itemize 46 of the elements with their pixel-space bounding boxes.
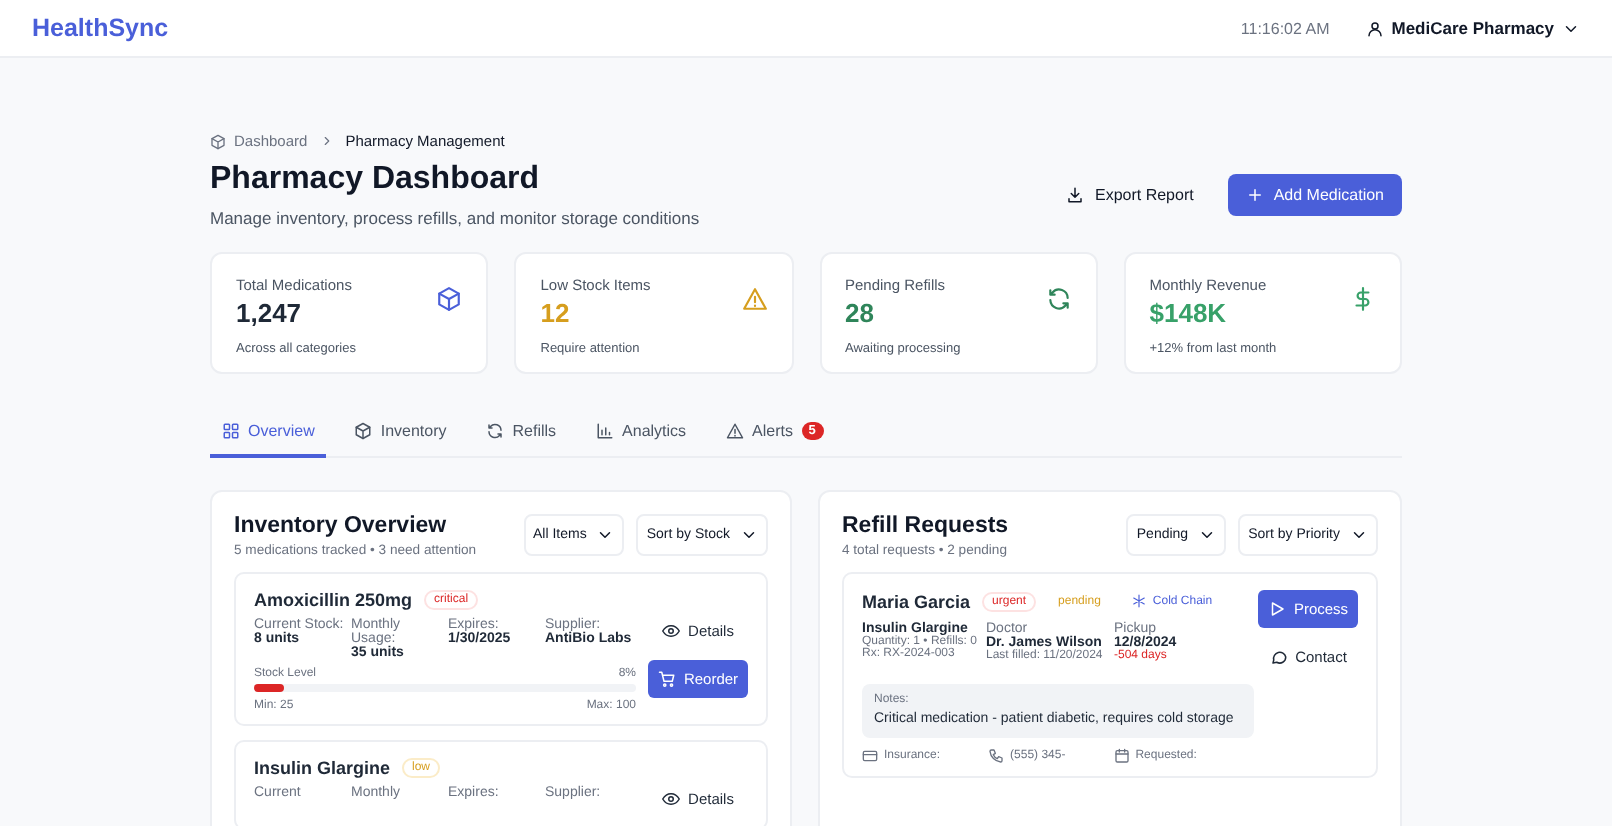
chevron-down-icon — [1198, 526, 1217, 544]
play-icon — [1267, 600, 1286, 618]
refresh-icon — [1045, 286, 1072, 312]
refresh-icon — [486, 422, 505, 440]
chevron-down-icon — [1350, 526, 1368, 544]
eye-icon — [662, 790, 681, 808]
chat-bubble-icon — [1269, 648, 1288, 666]
chevron-down-icon — [740, 526, 758, 544]
tab[interactable]: Inventory — [342, 414, 459, 458]
stat-value: 28 — [845, 298, 876, 328]
tab[interactable]: Analytics — [584, 414, 699, 458]
stat-value: 12 — [540, 298, 572, 328]
user-menu[interactable]: MediCare Pharmacy — [1365, 18, 1580, 38]
calendar-icon — [1113, 748, 1130, 765]
stat-value: 1,247 — [236, 298, 304, 328]
page-subtitle: Manage inventory, process refills, and monitor storage conditions — [210, 208, 702, 228]
eye-icon — [662, 622, 681, 640]
tab[interactable]: Refills — [474, 414, 569, 458]
chevron-down-icon — [596, 526, 615, 544]
grid-icon — [222, 422, 240, 440]
add-medication-button[interactable]: Add Medication — [1227, 174, 1402, 216]
app-logo[interactable]: HealthSync — [32, 14, 169, 42]
panel-title: Refill Requests — [842, 514, 1011, 538]
patient-name: Maria Garcia — [862, 591, 971, 611]
medication-name: Insulin Glargine — [254, 758, 391, 778]
chevron-right-icon — [319, 134, 334, 148]
cart-icon — [657, 670, 676, 688]
medication-name: Amoxicillin 250mg — [254, 590, 413, 610]
export-button[interactable]: Export Report — [1048, 174, 1212, 216]
stat-value: $148K — [1149, 298, 1229, 328]
clock-time: 11:16:02 AM — [1240, 19, 1330, 37]
tab[interactable]: Overview — [210, 414, 327, 458]
warning-icon — [741, 286, 767, 312]
phone-icon — [988, 748, 1005, 765]
plus-icon — [1245, 186, 1264, 204]
page-title: Pharmacy Dashboard — [210, 162, 542, 198]
cube-icon — [354, 422, 373, 440]
cube-icon — [210, 133, 226, 149]
download-icon — [1066, 186, 1085, 204]
card-icon — [862, 748, 878, 765]
warning-icon — [726, 422, 745, 440]
cube-icon — [436, 286, 463, 312]
panel-title: Inventory Overview — [234, 514, 449, 538]
snowflake-icon — [1132, 594, 1147, 608]
bar-chart-icon — [596, 422, 615, 440]
user-icon — [1365, 19, 1384, 37]
